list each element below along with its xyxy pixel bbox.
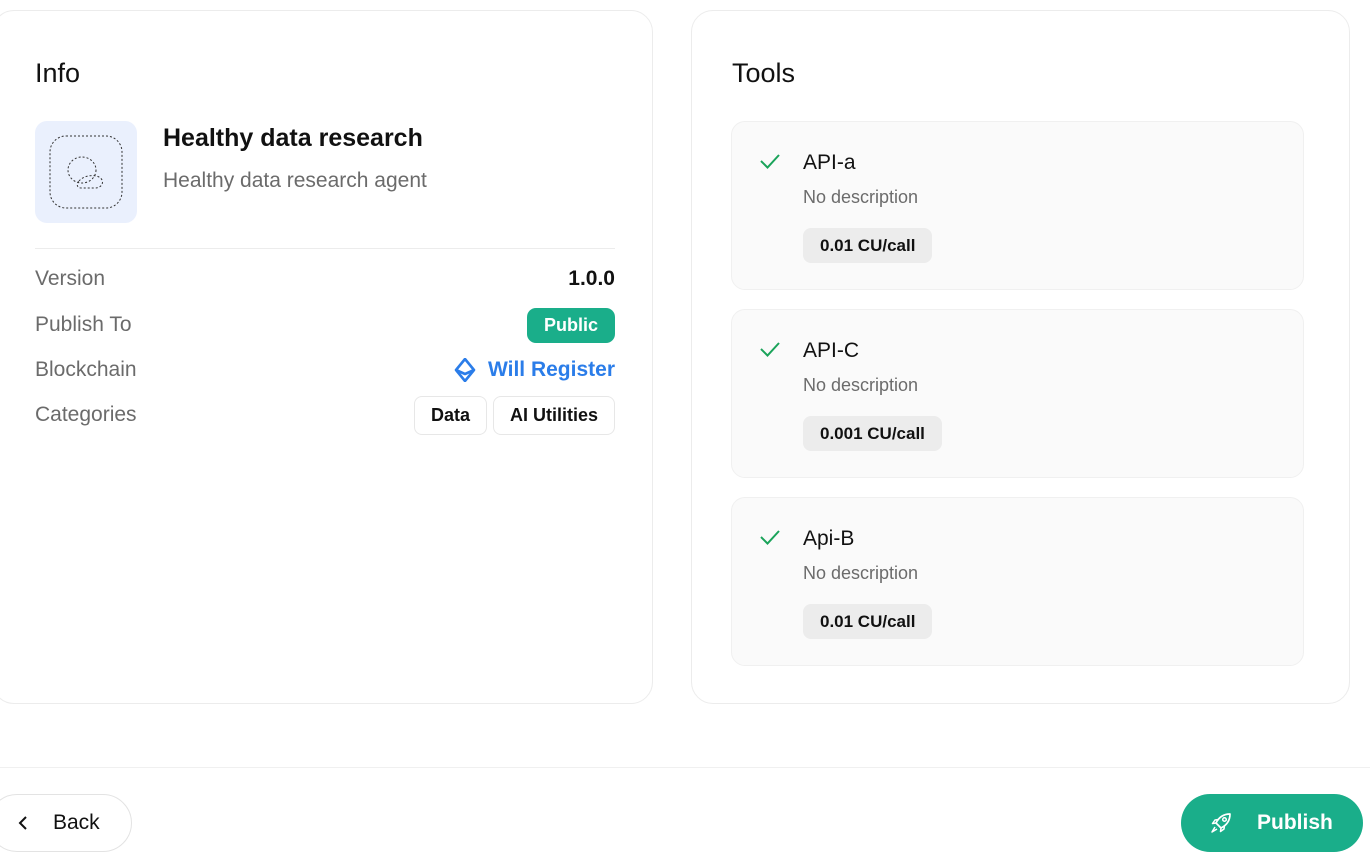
- tool-description: No description: [803, 187, 919, 207]
- tool-name: API-a: [803, 151, 856, 174]
- tool-item[interactable]: Api-B No description 0.01 CU/call: [731, 497, 1304, 666]
- agent-description: Healthy data research agent: [163, 169, 427, 192]
- tool-price-badge: 0.01 CU/call: [803, 604, 933, 639]
- category-chip: Data: [413, 395, 487, 435]
- blockchain-label: Blockchain: [35, 358, 137, 381]
- info-divider: [35, 248, 615, 249]
- back-button[interactable]: Back: [0, 794, 132, 852]
- check-icon: [760, 154, 780, 169]
- chevron-left-icon: [18, 816, 27, 830]
- info-card: Info Healthy data research Healthy data …: [0, 10, 653, 704]
- chat-bubbles-icon: [49, 135, 123, 209]
- blockchain-row: Blockchain Will Register: [35, 352, 615, 388]
- category-list: Data AI Utilities: [413, 395, 615, 435]
- categories-row: Categories Data AI Utilities: [35, 395, 615, 435]
- agent-avatar: [35, 121, 137, 223]
- agent-name: Healthy data research: [163, 124, 423, 152]
- tools-card: Tools API-a No description 0.01 CU/call …: [691, 10, 1350, 704]
- publish-to-badge: Public: [526, 307, 615, 343]
- publish-to-row: Publish To Public: [35, 307, 615, 343]
- tool-description: No description: [803, 375, 919, 395]
- version-row: Version 1.0.0: [35, 261, 615, 297]
- tool-name: API-C: [803, 339, 860, 362]
- back-button-label: Back: [53, 811, 100, 834]
- footer-divider: [0, 767, 1370, 768]
- version-value: 1.0.0: [568, 267, 615, 290]
- tool-name: Api-B: [803, 527, 855, 550]
- tool-item[interactable]: API-C No description 0.001 CU/call: [731, 309, 1304, 478]
- check-icon: [760, 530, 780, 545]
- publish-button[interactable]: Publish: [1181, 794, 1363, 852]
- tool-description: No description: [803, 563, 919, 583]
- version-label: Version: [35, 267, 106, 290]
- check-icon: [760, 342, 780, 357]
- tool-price-badge: 0.01 CU/call: [803, 228, 933, 263]
- rocket-icon: [1211, 813, 1231, 833]
- publish-button-label: Publish: [1257, 811, 1333, 834]
- category-chip: AI Utilities: [492, 395, 615, 435]
- tool-item[interactable]: API-a No description 0.01 CU/call: [731, 121, 1304, 290]
- blockchain-link[interactable]: Will Register: [454, 358, 615, 382]
- publish-to-label: Publish To: [35, 313, 132, 336]
- info-title: Info: [35, 58, 81, 88]
- ethereum-icon: [454, 358, 476, 382]
- tools-title: Tools: [732, 58, 796, 88]
- blockchain-value: Will Register: [487, 358, 615, 381]
- categories-label: Categories: [35, 403, 137, 426]
- tool-price-badge: 0.001 CU/call: [803, 416, 942, 451]
